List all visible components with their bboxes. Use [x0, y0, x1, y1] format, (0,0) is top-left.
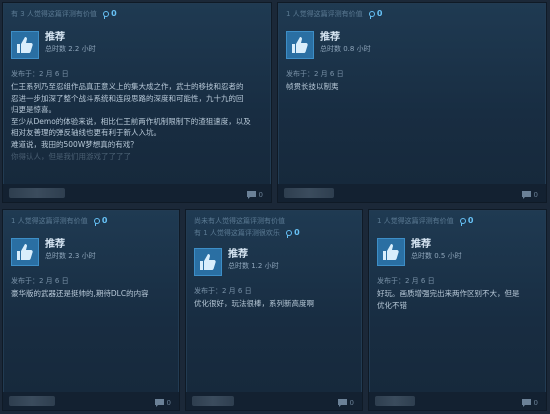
comment-icon	[246, 191, 256, 199]
helpful-count: 有 3 人觉得这篇评测有价值 0	[11, 9, 117, 19]
posted-date: 发布于：2 月 6 日	[377, 277, 435, 285]
avatar[interactable]	[192, 396, 234, 406]
vote-header[interactable]: 推荐 总时数 2.3 小时	[11, 238, 96, 266]
hours-played: 总时数 0.5 小时	[411, 252, 462, 260]
comment-count[interactable]: 0	[521, 399, 538, 407]
thumbs-up-icon	[286, 31, 314, 59]
helpful-count: 1 人觉得这篇评测有价值 0	[377, 216, 474, 226]
vote-header[interactable]: 推荐 总时数 0.5 小时	[377, 238, 462, 266]
thumbs-up-icon	[194, 248, 222, 276]
comment-icon	[337, 399, 347, 407]
review-footer: 0	[369, 392, 546, 410]
review-text: 豪华版的武器还是挺帅的,期待DLC的内容	[11, 289, 149, 298]
avatar[interactable]	[9, 396, 55, 406]
comment-count[interactable]: 0	[154, 399, 171, 407]
posted-date: 发布于：2 月 6 日	[194, 287, 252, 295]
review-card: 1 人觉得这篇评测有价值 0 推荐 总时数 0.8 小时 发布于：2 月 6 日…	[277, 2, 547, 203]
comment-icon	[521, 191, 531, 199]
comment-icon	[154, 399, 164, 407]
review-card: 有 3 人觉得这篇评测有价值 0 推荐 总时数 2.2 小时 发布于：2 月 6…	[2, 2, 272, 203]
review-card: 尚未有人觉得这篇评测有价值 有 1 人觉得这篇评测很欢乐 0 推荐 总时数 1.…	[185, 209, 363, 411]
recommend-label: 推荐	[320, 32, 340, 43]
review-footer: 0	[278, 184, 546, 202]
comment-count[interactable]: 0	[337, 399, 354, 407]
review-text: 好玩。画质增强完出来两作区别不大，但是 优化不错	[377, 289, 520, 310]
award-button[interactable]: 0	[459, 216, 474, 226]
vote-header[interactable]: 推荐 总时数 1.2 小时	[194, 248, 279, 276]
award-icon	[103, 11, 110, 19]
review-footer: 0	[3, 184, 271, 202]
review-text: 优化很好，玩法很棒，系列新高度啊	[194, 299, 314, 308]
thumbs-up-icon	[11, 238, 39, 266]
helpful-count: 1 人觉得这篇评测有价值 0	[11, 216, 108, 226]
posted-date: 发布于：2 月 6 日	[11, 277, 69, 285]
review-footer: 0	[186, 392, 362, 410]
helpful-count: 1 人觉得这篇评测有价值 0	[286, 9, 383, 19]
avatar[interactable]	[375, 396, 415, 406]
avatar[interactable]	[284, 188, 334, 198]
award-icon	[368, 11, 375, 19]
hours-played: 总时数 2.2 小时	[45, 45, 96, 53]
posted-date: 发布于：2 月 6 日	[11, 70, 69, 78]
funny-count: 有 1 人觉得这篇评测很欢乐 0	[194, 228, 300, 238]
review-text: 仁王系列乃至忍组作品真正意义上的集大成之作，武士的移技和忍者的 忍进一步加深了整…	[11, 82, 251, 161]
hours-played: 总时数 0.8 小时	[320, 45, 371, 53]
hours-played: 总时数 1.2 小时	[228, 262, 279, 270]
comment-count[interactable]: 0	[521, 191, 538, 199]
avatar[interactable]	[9, 188, 65, 198]
posted-date: 发布于：2 月 6 日	[286, 70, 344, 78]
vote-header[interactable]: 推荐 总时数 2.2 小时	[11, 31, 96, 59]
thumbs-up-icon	[377, 238, 405, 266]
recommend-label: 推荐	[45, 239, 65, 250]
recommend-label: 推荐	[411, 239, 431, 250]
review-card: 1 人觉得这篇评测有价值 0 推荐 总时数 0.5 小时 发布于：2 月 6 日…	[368, 209, 547, 411]
comment-count[interactable]: 0	[246, 191, 263, 199]
review-text: 帧贯长技以制夷	[286, 82, 339, 91]
helpful-count: 尚未有人觉得这篇评测有价值	[194, 217, 285, 225]
award-icon	[459, 218, 466, 226]
award-icon	[286, 230, 293, 238]
hours-played: 总时数 2.3 小时	[45, 252, 96, 260]
recommend-label: 推荐	[228, 249, 248, 260]
award-button[interactable]: 0	[368, 9, 383, 19]
thumbs-up-icon	[11, 31, 39, 59]
award-button[interactable]: 0	[93, 216, 108, 226]
award-icon	[93, 218, 100, 226]
award-button[interactable]: 0	[286, 228, 300, 238]
comment-icon	[521, 399, 531, 407]
recommend-label: 推荐	[45, 32, 65, 43]
review-card: 1 人觉得这篇评测有价值 0 推荐 总时数 2.3 小时 发布于：2 月 6 日…	[2, 209, 180, 411]
award-button[interactable]: 0	[103, 9, 117, 19]
review-footer: 0	[3, 392, 179, 410]
vote-header[interactable]: 推荐 总时数 0.8 小时	[286, 31, 371, 59]
